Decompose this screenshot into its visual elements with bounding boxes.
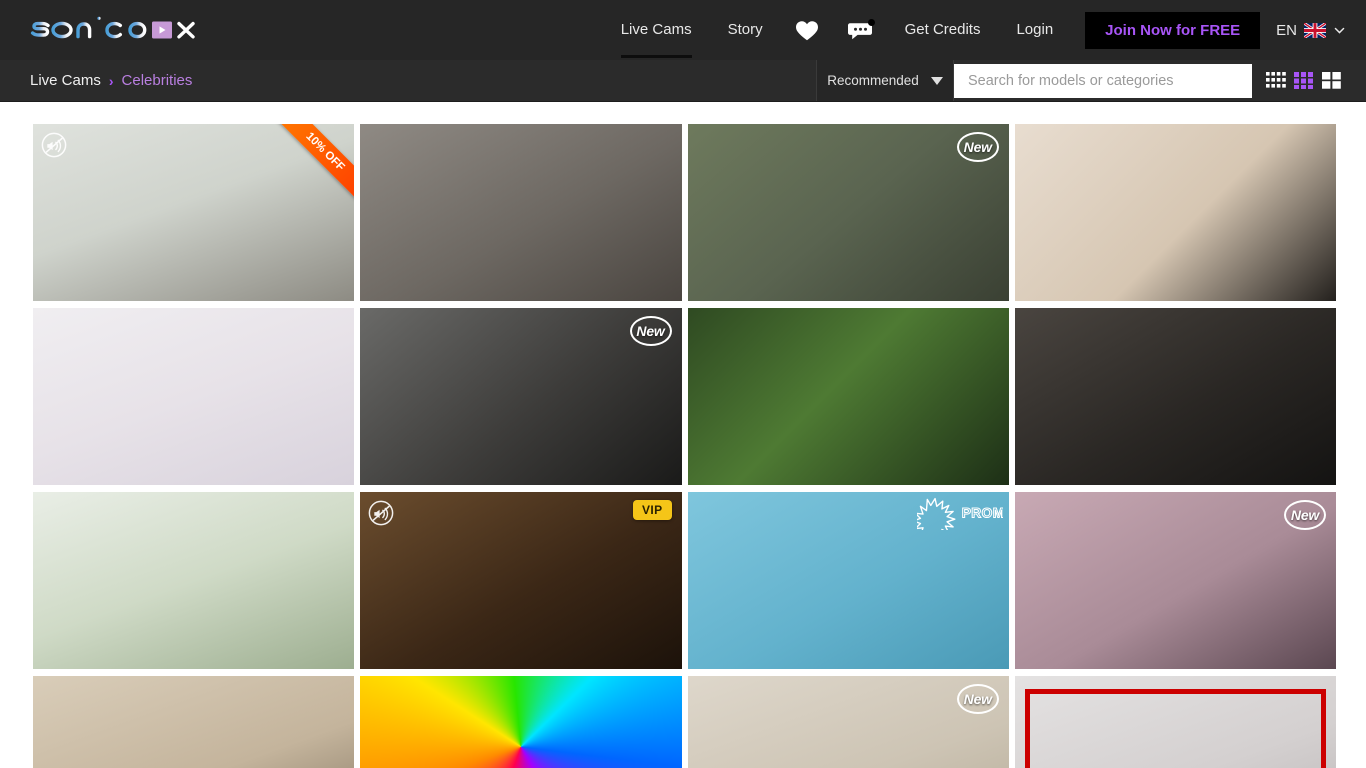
model-card-10[interactable]: VIP: [360, 492, 681, 669]
promo-badge: PROMO: [917, 496, 1003, 530]
model-card-12[interactable]: New: [1015, 492, 1336, 669]
model-card-6[interactable]: New: [360, 308, 681, 485]
nav-live-cams[interactable]: Live Cams: [603, 0, 710, 60]
breadcrumb-separator-icon: ›: [109, 73, 114, 89]
search-container: [954, 60, 1252, 101]
discount-ribbon-label: 10% OFF: [274, 124, 355, 204]
breadcrumb-celebrities[interactable]: Celebrities: [122, 72, 193, 89]
heart-icon: [795, 20, 819, 41]
get-credits-link[interactable]: Get Credits: [887, 0, 999, 60]
uk-flag-icon: [1304, 23, 1326, 38]
model-thumbnail: [360, 124, 681, 301]
muted-audio-button[interactable]: [368, 500, 394, 526]
promo-starburst-icon: PROMO: [917, 496, 1003, 530]
new-badge: New: [957, 684, 999, 714]
language-selector[interactable]: EN: [1268, 0, 1366, 60]
sort-selected-value: Recommended: [827, 73, 919, 88]
view-grid-large-button[interactable]: [1322, 72, 1342, 89]
model-thumbnail: [688, 308, 1009, 485]
model-thumbnail: [33, 308, 354, 485]
login-link[interactable]: Login: [998, 0, 1071, 60]
view-toggle-group: [1252, 60, 1366, 101]
model-card-1[interactable]: 10% OFF: [33, 124, 354, 301]
model-card-14[interactable]: [360, 676, 681, 768]
favorites-button[interactable]: [781, 0, 833, 60]
model-card-16[interactable]: [1015, 676, 1336, 768]
nav-story[interactable]: Story: [710, 0, 781, 60]
model-card-13[interactable]: [33, 676, 354, 768]
model-thumbnail: [360, 676, 681, 768]
model-card-7[interactable]: [688, 308, 1009, 485]
model-thumbnail: [33, 492, 354, 669]
new-badge: New: [1284, 500, 1326, 530]
model-thumbnail: [1015, 308, 1336, 485]
discount-ribbon: 10% OFF: [270, 124, 354, 208]
sort-dropdown[interactable]: Recommended: [816, 60, 954, 101]
breadcrumb-live-cams[interactable]: Live Cams: [30, 72, 101, 89]
site-logo[interactable]: [30, 13, 214, 47]
model-card-4[interactable]: [1015, 124, 1336, 301]
new-badge: New: [630, 316, 672, 346]
messages-button[interactable]: [833, 0, 887, 60]
model-thumbnail: [1015, 676, 1336, 768]
model-card-8[interactable]: [1015, 308, 1336, 485]
language-label: EN: [1276, 22, 1297, 39]
svg-text:PROMO: PROMO: [961, 505, 1002, 520]
model-card-11[interactable]: PROMO: [688, 492, 1009, 669]
main-nav: Live Cams Story Get Credits Login Join N…: [603, 0, 1366, 60]
model-thumbnail: [33, 676, 354, 768]
muted-audio-icon: [41, 132, 67, 158]
sonicbox-logo-icon: [30, 14, 214, 46]
search-input[interactable]: [954, 64, 1252, 98]
model-gallery-grid: 10% OFF New New VIP PROMO New New: [0, 102, 1366, 768]
model-card-15[interactable]: New: [688, 676, 1009, 768]
chevron-down-icon: [931, 77, 943, 85]
messages-notification-dot: [868, 19, 875, 26]
vip-badge: VIP: [633, 500, 672, 520]
model-card-3[interactable]: New: [688, 124, 1009, 301]
muted-audio-icon: [368, 500, 394, 526]
model-card-9[interactable]: [33, 492, 354, 669]
new-badge: New: [957, 132, 999, 162]
join-now-button[interactable]: Join Now for FREE: [1085, 12, 1260, 49]
breadcrumb: Live Cams › Celebrities: [0, 60, 816, 101]
model-card-5[interactable]: [33, 308, 354, 485]
model-card-2[interactable]: [360, 124, 681, 301]
sub-header-bar: Live Cams › Celebrities Recommended: [0, 60, 1366, 102]
model-thumbnail: [1015, 124, 1336, 301]
view-grid-small-button[interactable]: [1266, 72, 1286, 89]
chevron-down-icon: [1333, 24, 1346, 37]
top-header: Live Cams Story Get Credits Login Join N…: [0, 0, 1366, 60]
muted-audio-button[interactable]: [41, 132, 67, 158]
view-grid-medium-button[interactable]: [1294, 72, 1314, 89]
